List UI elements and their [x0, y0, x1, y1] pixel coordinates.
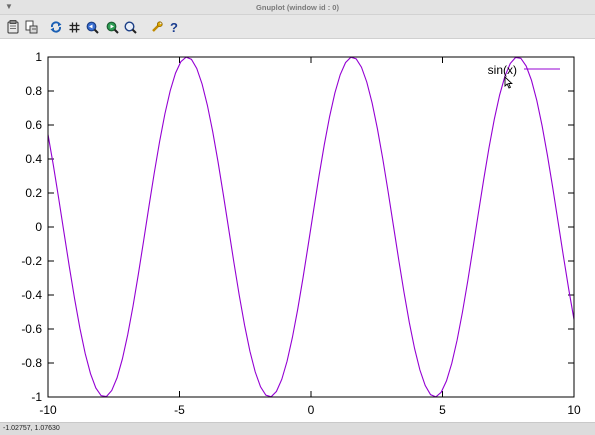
mouse-cursor-icon [504, 76, 513, 89]
y-tick-label: -0.8 [21, 356, 42, 370]
window-titlebar: ▼ Gnuplot (window id : 0) [0, 0, 595, 15]
x-tick-label: -10 [39, 403, 57, 417]
y-tick-label: 0.2 [25, 186, 42, 200]
settings-button[interactable] [148, 19, 164, 35]
question-icon: ? [170, 20, 178, 34]
cursor-coordinates: -1.02757, 1.07630 [3, 425, 60, 432]
x-tick-label: -5 [174, 403, 185, 417]
help-button[interactable]: ? [166, 19, 182, 35]
grid-icon [69, 22, 79, 32]
previous-zoom-button[interactable] [84, 19, 100, 35]
clipboard-icon [7, 20, 19, 34]
copy-to-clipboard-button[interactable] [5, 19, 21, 35]
x-tick-label: 0 [308, 403, 315, 417]
y-tick-label: -0.6 [21, 322, 42, 336]
y-tick-label: -0.2 [21, 254, 42, 268]
autoscale-icon [123, 20, 137, 34]
zoom-next-icon [106, 21, 119, 34]
printer-icon [25, 20, 38, 34]
zoom-previous-icon [86, 21, 99, 34]
autoscale-button[interactable] [122, 19, 138, 35]
replot-button[interactable] [48, 19, 64, 35]
refresh-icon [50, 21, 62, 33]
y-tick-label: 0.4 [25, 152, 42, 166]
next-zoom-button[interactable] [104, 19, 120, 35]
sin-series-line [47, 56, 575, 398]
y-tick-label: -1 [31, 390, 42, 404]
grid-button[interactable] [66, 19, 82, 35]
window-title: Gnuplot (window id : 0) [256, 3, 339, 12]
print-button[interactable] [23, 19, 39, 35]
legend: sin(x) [488, 63, 560, 77]
plot-area[interactable]: 1 0.8 0.6 0.4 0.2 0 -0.2 -0.4 -0.6 -0.8 -1 -10 -5 0 5… [0, 40, 595, 422]
y-tick-label: 0 [35, 220, 42, 234]
toolbar: ? [0, 15, 595, 39]
y-tick-label: -0.4 [21, 288, 42, 302]
y-tick-label: 1 [35, 50, 42, 64]
sine-chart[interactable]: 1 0.8 0.6 0.4 0.2 0 -0.2 -0.4 -0.6 -0.8 -1 -10 -5 0 5… [0, 40, 595, 422]
svg-text:?: ? [170, 20, 178, 34]
x-tick-label: 5 [439, 403, 446, 417]
wrench-icon [151, 20, 163, 32]
y-tick-label: 0.6 [25, 118, 42, 132]
status-bar: -1.02757, 1.07630 [0, 422, 595, 435]
y-tick-label: 0.8 [25, 84, 42, 98]
x-tick-label: 10 [567, 403, 581, 417]
legend-label: sin(x) [488, 63, 517, 77]
